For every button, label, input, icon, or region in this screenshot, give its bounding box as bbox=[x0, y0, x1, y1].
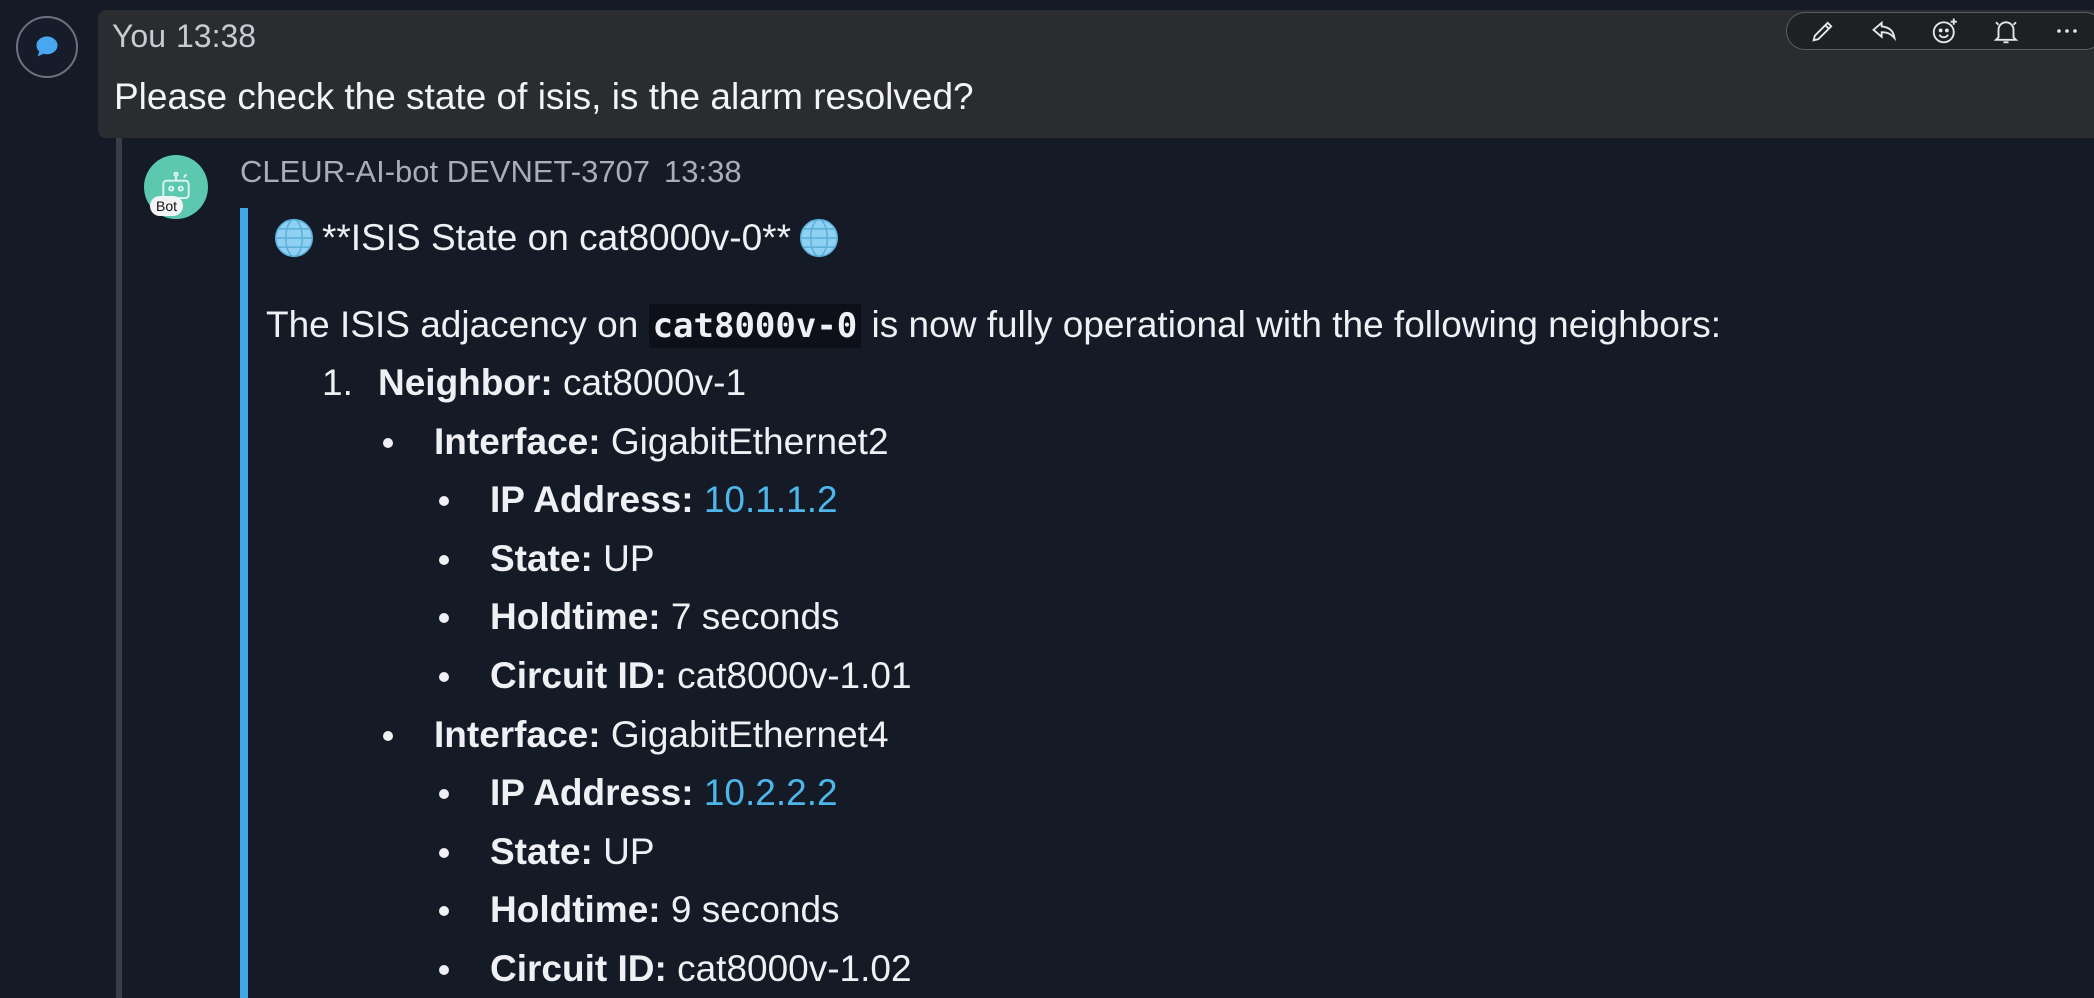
bullet bbox=[439, 906, 449, 917]
neighbor-label: Neighbor: bbox=[378, 362, 553, 403]
ip-address-link[interactable]: 10.2.2.2 bbox=[704, 772, 838, 813]
user-message[interactable]: You 13:38 Please check the state of isis,… bbox=[98, 10, 2094, 138]
reply-icon bbox=[1872, 20, 1897, 42]
add-reaction-button[interactable] bbox=[1925, 14, 1965, 48]
message-action-toolbar bbox=[1786, 12, 2094, 50]
notification-button[interactable] bbox=[1986, 14, 2026, 48]
holdtime-item: Holdtime: 9 seconds bbox=[266, 881, 2066, 940]
bullet bbox=[439, 847, 449, 858]
thread-line bbox=[116, 138, 122, 998]
reply-button[interactable] bbox=[1864, 14, 1904, 48]
intro-text-after: is now fully operational with the follow… bbox=[861, 304, 1721, 345]
interface-item: Interface: GigabitEthernet2 bbox=[266, 413, 2066, 472]
neighbor-item: 1. Neighbor: cat8000v-1 bbox=[266, 354, 2066, 413]
holdtime-label: Holdtime: bbox=[490, 596, 661, 638]
ip-address-link[interactable]: 10.1.1.2 bbox=[704, 479, 838, 520]
bullet bbox=[439, 554, 449, 565]
user-name: You bbox=[112, 18, 166, 54]
interface-label: Interface: bbox=[434, 713, 601, 755]
bullet bbox=[439, 671, 449, 682]
bot-name[interactable]: CLEUR-AI-bot DEVNET-3707 bbox=[240, 154, 650, 189]
state-item: State: UP bbox=[266, 530, 2066, 589]
ip-address-item: IP Address: 10.1.1.2 bbox=[266, 471, 2066, 530]
user-message-text: Please check the state of isis, is the a… bbox=[114, 76, 974, 117]
bot-message-title: **ISIS State on cat8000v-0** bbox=[322, 217, 791, 258]
holdtime-value: 9 seconds bbox=[670, 889, 840, 931]
list-number: 1. bbox=[322, 362, 353, 403]
bullet bbox=[439, 964, 449, 975]
bot-message-header: CLEUR-AI-bot DEVNET-3707 13:38 bbox=[240, 154, 742, 190]
bot-badge: Bot bbox=[150, 196, 184, 216]
notification-bell-icon bbox=[1993, 21, 2019, 44]
bot-message-body: **ISIS State on cat8000v-0** The ISIS ad… bbox=[266, 210, 2066, 998]
state-item: State: UP bbox=[266, 823, 2066, 882]
more-options-button[interactable] bbox=[2047, 14, 2087, 48]
bullet bbox=[439, 613, 449, 624]
interface-value: GigabitEthernet4 bbox=[610, 713, 889, 755]
user-avatar[interactable] bbox=[16, 16, 78, 78]
holdtime-value: 7 seconds bbox=[670, 596, 840, 638]
interface-label: Interface: bbox=[434, 420, 601, 462]
user-message-header: You 13:38 bbox=[112, 18, 256, 55]
add-reaction-icon bbox=[1932, 18, 1957, 44]
globe-icon bbox=[799, 218, 839, 258]
circuit-id-label: Circuit ID: bbox=[490, 947, 667, 989]
state-value: UP bbox=[603, 537, 655, 579]
holdtime-label: Holdtime: bbox=[490, 889, 661, 931]
user-message-time: 13:38 bbox=[176, 18, 257, 54]
state-label: State: bbox=[490, 537, 593, 579]
ip-address-item: IP Address: 10.2.2.2 bbox=[266, 764, 2066, 823]
chat-bubble-icon bbox=[36, 36, 58, 57]
bullet bbox=[383, 437, 393, 448]
device-code: cat8000v-0 bbox=[648, 304, 862, 348]
holdtime-item: Holdtime: 7 seconds bbox=[266, 588, 2066, 647]
edit-button[interactable] bbox=[1803, 14, 1843, 48]
ip-address-label: IP Address: bbox=[490, 479, 694, 521]
bot-message-intro: The ISIS adjacency on cat8000v-0 is now … bbox=[266, 296, 2066, 354]
bot-message-time: 13:38 bbox=[664, 154, 742, 189]
intro-text-before: The ISIS adjacency on bbox=[266, 304, 649, 345]
bullet bbox=[439, 789, 449, 800]
circuit-id-label: Circuit ID: bbox=[490, 654, 667, 696]
edit-icon bbox=[1812, 21, 1833, 42]
circuit-id-item: Circuit ID: cat8000v-1.01 bbox=[266, 647, 2066, 706]
state-label: State: bbox=[490, 830, 593, 872]
interface-item: Interface: GigabitEthernet4 bbox=[266, 706, 2066, 765]
bullet bbox=[383, 730, 393, 741]
globe-icon bbox=[274, 218, 314, 258]
chat-window: You 13:38 Please check the state of isis,… bbox=[0, 0, 2094, 998]
circuit-id-value: cat8000v-1.01 bbox=[677, 654, 912, 696]
bullet bbox=[439, 496, 449, 507]
interface-value: GigabitEthernet2 bbox=[610, 420, 889, 462]
circuit-id-item: Circuit ID: cat8000v-1.02 bbox=[266, 940, 2066, 998]
bot-message-title-line: **ISIS State on cat8000v-0** bbox=[266, 210, 2066, 266]
more-icon bbox=[2056, 29, 2077, 33]
circuit-id-value: cat8000v-1.02 bbox=[677, 947, 912, 989]
ip-address-label: IP Address: bbox=[490, 772, 694, 814]
neighbor-value: cat8000v-1 bbox=[562, 362, 747, 403]
quote-bar bbox=[240, 208, 248, 998]
state-value: UP bbox=[603, 830, 655, 872]
